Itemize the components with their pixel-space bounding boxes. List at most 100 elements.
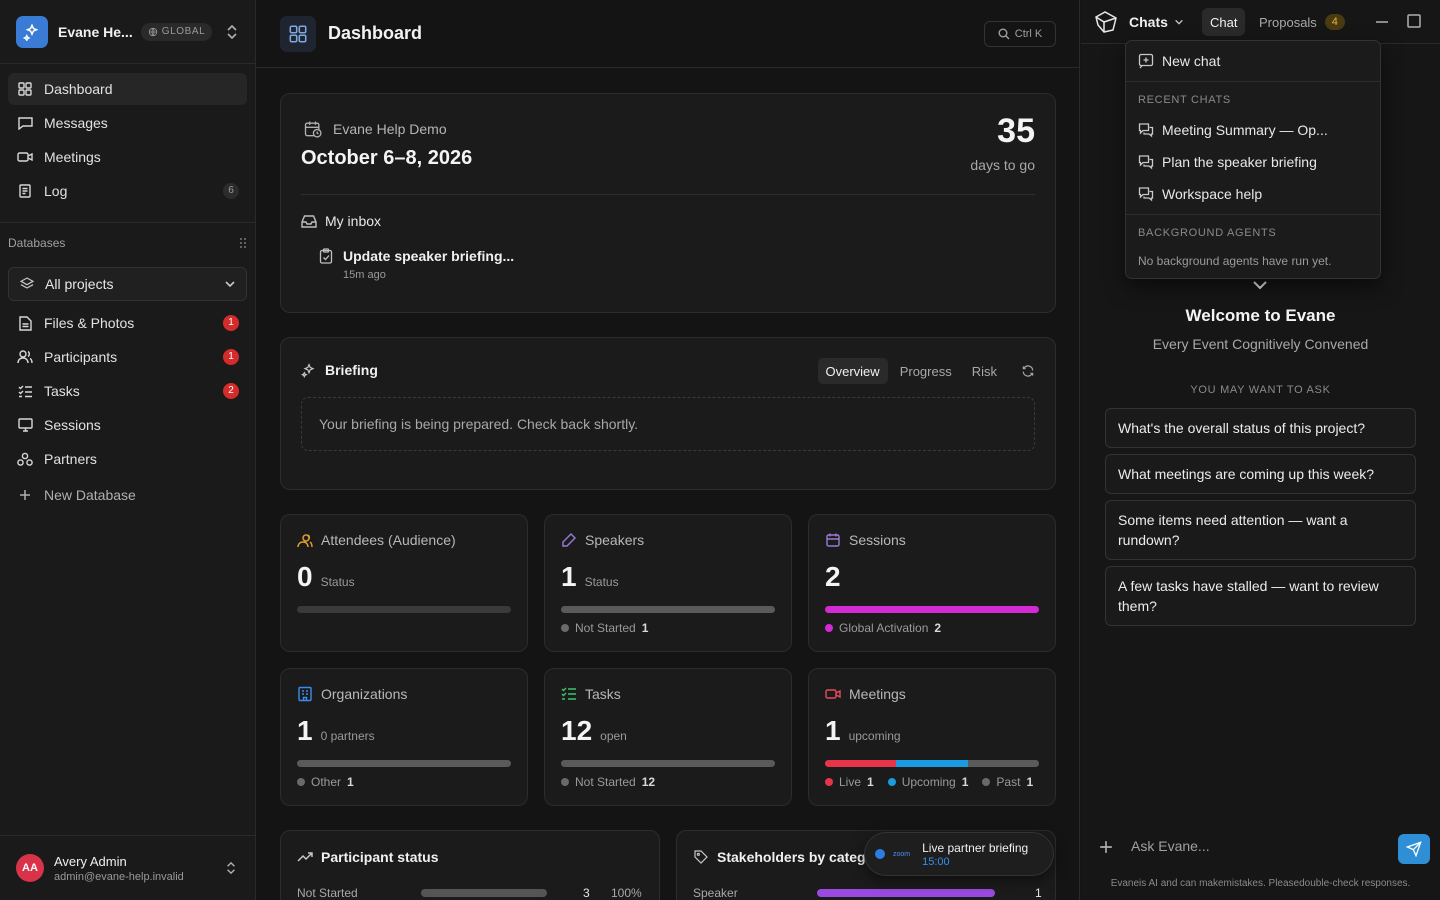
refresh-icon[interactable] (1021, 364, 1035, 378)
tab-risk[interactable]: Risk (964, 358, 1005, 384)
stat-subtitle: open (600, 729, 627, 743)
video-icon (16, 148, 34, 166)
assistant-header: Chats Chat Proposals 4 (1081, 0, 1440, 44)
briefing-tabs: Overview Progress Risk (817, 358, 1036, 384)
checklist-icon (16, 382, 34, 400)
legend-item: Upcoming 1 (887, 775, 968, 789)
inbox-icon (301, 215, 317, 228)
stat-card-tasks[interactable]: Tasks 12 open Not Started 12 (544, 668, 792, 806)
minimize-icon[interactable] (1375, 20, 1389, 24)
stat-card-attendees[interactable]: Attendees (Audience) 0 Status (280, 514, 528, 652)
recent-chat-item[interactable]: Plan the speaker briefing (1138, 154, 1317, 170)
row-percent: 100% (611, 886, 642, 900)
new-database-button[interactable]: New Database (8, 479, 247, 511)
sidebar-item-label: Sessions (44, 417, 101, 433)
plus-icon[interactable] (1099, 840, 1113, 854)
stat-card-meetings[interactable]: Meetings 1 upcoming Live 1 Upcoming 1 Past 1 (808, 668, 1056, 806)
legend-item: Not Started 1 (561, 621, 648, 635)
legend-item: Past 1 (982, 775, 1033, 789)
drag-handle-icon[interactable] (239, 237, 247, 249)
presentation-icon (16, 416, 34, 434)
row-value: 3 (583, 886, 590, 900)
stat-bar-segment (896, 760, 968, 767)
nav-item-dashboard[interactable]: Dashboard (8, 73, 247, 105)
stakeholders-row: Speaker 1 (693, 886, 1042, 900)
tab-chat[interactable]: Chat (1202, 8, 1246, 36)
globe-icon (148, 27, 157, 36)
stat-title: Speakers (585, 532, 645, 548)
inbox-item[interactable]: Update speaker briefing... 15m ago (319, 248, 514, 281)
new-chat-label: New chat (1162, 53, 1221, 69)
tab-overview[interactable]: Overview (817, 358, 888, 384)
suggestion-button[interactable]: Some items need attention — want a rundo… (1105, 500, 1416, 560)
recent-chat-item[interactable]: Meeting Summary — Op... (1138, 122, 1328, 138)
stat-title: Attendees (Audience) (321, 532, 456, 548)
sidebar-item-files-photos[interactable]: Files & Photos 1 (8, 307, 247, 339)
workspace-scope-label: GLOBAL (161, 26, 206, 37)
stat-bar (825, 760, 1039, 767)
new-chat-item[interactable]: New chat (1138, 53, 1220, 69)
message-icon (16, 114, 34, 132)
project-selector[interactable]: All projects (8, 267, 247, 301)
grid-icon (16, 80, 34, 98)
stat-subtitle: Status (320, 575, 355, 589)
nav-item-meetings[interactable]: Meetings (8, 141, 247, 173)
tasks-count-badge: 2 (223, 383, 239, 399)
stat-title: Tasks (585, 686, 621, 702)
sidebar-item-participants[interactable]: Participants 1 (8, 341, 247, 373)
tab-proposals-label: Proposals (1259, 14, 1317, 30)
workspace-switcher[interactable]: Evane He... GLOBAL (0, 0, 255, 64)
recent-chat-label: Meeting Summary — Op... (1162, 122, 1328, 138)
stat-card-organizations[interactable]: Organizations 1 0 partners Other 1 (280, 668, 528, 806)
suggestion-button[interactable]: What meetings are coming up this week? (1105, 454, 1416, 494)
legend-value: 12 (641, 775, 656, 789)
evane-logo-icon (1095, 11, 1117, 33)
tasks-icon (561, 687, 576, 700)
command-search-button[interactable]: Ctrl K (984, 21, 1056, 47)
user-menu[interactable]: AA Avery Admin admin@evane-help.invalid (0, 835, 255, 900)
partners-icon (16, 450, 34, 468)
toast-time: 15:00 (922, 855, 950, 868)
suggestions-title: YOU MAY WANT TO ASK (1190, 384, 1331, 396)
sidebar-item-sessions[interactable]: Sessions (8, 409, 247, 441)
suggestion-button[interactable]: A few tasks have stalled — want to revie… (1105, 566, 1416, 626)
nav-item-messages[interactable]: Messages (8, 107, 247, 139)
chat-input[interactable]: Ask Evane... (1131, 838, 1210, 854)
stat-value: 12 (561, 715, 593, 746)
ai-disclaimer: Evaneis AI and can makemistakes. Pleased… (1110, 878, 1411, 889)
legend-label: Other (311, 775, 342, 789)
suggestion-button[interactable]: What's the overall status of this projec… (1105, 408, 1416, 448)
chats-dropdown-button[interactable]: Chats (1129, 14, 1184, 30)
legend-dot (561, 778, 569, 786)
page-header: Dashboard Ctrl K (256, 0, 1080, 68)
stat-value-wrap: 12 open (561, 715, 627, 747)
tab-progress[interactable]: Progress (892, 358, 960, 384)
legend-label: Global Activation (839, 621, 929, 635)
legend-value: 2 (934, 621, 942, 635)
send-button[interactable] (1398, 834, 1430, 864)
trend-up-icon (297, 852, 313, 862)
legend-dot (825, 624, 833, 632)
sidebar-item-partners[interactable]: Partners (8, 443, 247, 475)
chevron-down-icon (1175, 19, 1183, 25)
main-content: Dashboard Ctrl K Evane Help Demo October… (256, 0, 1080, 900)
stat-card-sessions[interactable]: Sessions 2 Global Activation 2 (808, 514, 1056, 652)
stat-card-speakers[interactable]: Speakers 1 Status Not Started 1 (544, 514, 792, 652)
assistant-panel: Chats Chat Proposals 4 New chat RECENT C… (1081, 0, 1440, 900)
chevron-updown-icon[interactable] (225, 24, 239, 40)
stat-bar-segment (825, 606, 1039, 613)
chats-dropdown-menu: New chat RECENT CHATS Meeting Summary — … (1125, 40, 1381, 279)
chevron-updown-icon[interactable] (225, 861, 237, 875)
legend-dot (297, 778, 305, 786)
tab-proposals[interactable]: Proposals 4 (1251, 8, 1353, 36)
nav-item-log[interactable]: Log 6 (8, 175, 247, 207)
meetings-icon (825, 689, 841, 699)
maximize-icon[interactable] (1407, 14, 1421, 28)
recent-chat-item[interactable]: Workspace help (1138, 186, 1262, 202)
legend-item: Live 1 (825, 775, 874, 789)
live-meeting-toast[interactable]: zoom Live partner briefing 15:00 (864, 832, 1054, 876)
legend-label: Not Started (575, 621, 636, 635)
inbox-item-title: Update speaker briefing... (343, 248, 515, 264)
sidebar-item-tasks[interactable]: Tasks 2 (8, 375, 247, 407)
nav-label: Meetings (44, 149, 101, 165)
